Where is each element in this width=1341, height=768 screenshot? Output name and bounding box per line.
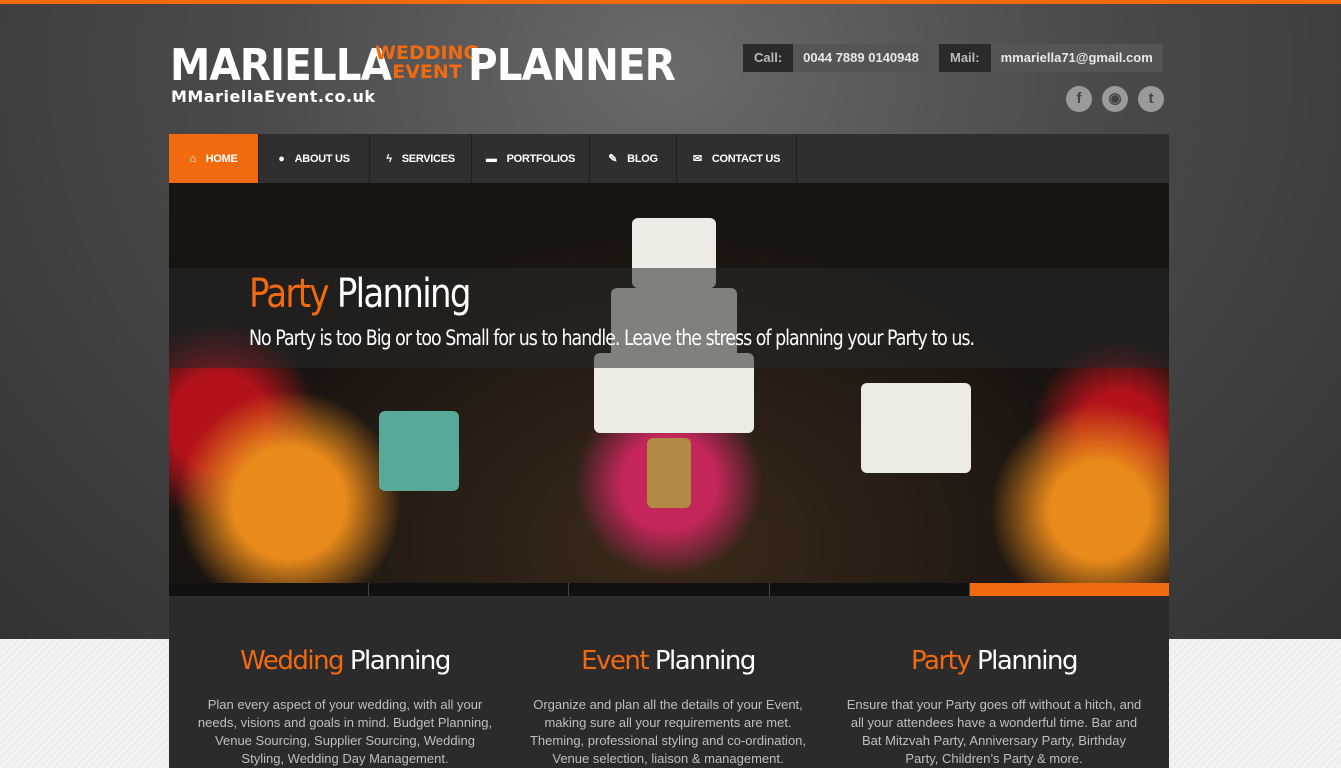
home-icon: ⌂	[189, 152, 196, 165]
mail-label: Mail:	[939, 44, 991, 72]
teal-cake	[379, 411, 459, 491]
site-url: MMariellaEvent.co.uk	[171, 87, 376, 106]
feature-text: Plan every aspect of your wedding, with …	[197, 697, 493, 766]
nav-label: SERVICES	[401, 152, 455, 165]
email-link[interactable]: mmariella71@gmail.com	[990, 44, 1163, 72]
nav-item-about-us[interactable]: ● ABOUT US	[259, 134, 370, 183]
logo-name-left: MARIELLA	[170, 40, 392, 91]
pager-dot-2[interactable]	[369, 583, 570, 596]
facebook-icon[interactable]: f	[1066, 86, 1092, 112]
nav-label: ABOUT US	[294, 152, 350, 165]
feature-title-rest: Planning	[349, 646, 452, 676]
envelope-icon: ✉	[692, 153, 702, 165]
feature-title-accent: Party	[911, 646, 972, 676]
nav-label: CONTACT US	[711, 152, 781, 165]
call-label: Call:	[743, 44, 794, 72]
nav-label: HOME	[205, 152, 238, 165]
feature-text: Ensure that your Party goes off without …	[846, 697, 1142, 766]
feature-title-accent: Event	[581, 646, 649, 676]
logo-tagline: WEDDING EVENT	[375, 44, 479, 82]
hero-slider[interactable]: Party Planning No Party is too Big or to…	[169, 183, 1169, 583]
feature-title-accent: Wedding	[240, 646, 344, 676]
feature-title-rest: Planning	[976, 646, 1079, 676]
pager-dot-3[interactable]	[569, 583, 770, 596]
pencil-icon: ✎	[608, 153, 618, 165]
pager-dot-1[interactable]	[169, 583, 370, 596]
briefcase-icon: ▬	[485, 152, 497, 165]
feature-text: Organize and plan all the details of you…	[529, 697, 807, 766]
nav-label: PORTFOLIOS	[506, 152, 576, 165]
nav-item-home[interactable]: ⌂ HOME	[169, 134, 259, 183]
cake-stand	[647, 438, 691, 508]
slide-title-rest: Planning	[336, 271, 472, 317]
nav-item-contact-us[interactable]: ✉ CONTACT US	[677, 134, 797, 183]
nav-item-portfolios[interactable]: ▬ PORTFOLIOS	[472, 134, 590, 183]
slide-subtitle: No Party is too Big or too Small for us …	[249, 326, 975, 350]
pager-dot-4[interactable]	[769, 583, 970, 596]
feature-title-rest: Planning	[654, 646, 757, 676]
contact-email: Mail: mmariella71@gmail.com	[939, 44, 1163, 72]
feature-title[interactable]: Party Planning	[844, 646, 1144, 676]
slider-pager	[169, 583, 1170, 596]
nav-label: BLOG	[627, 152, 658, 165]
contact-phone: Call: 0044 7889 0140948	[743, 44, 929, 72]
nav-item-blog[interactable]: ✎ BLOG	[590, 134, 677, 183]
slide-title: Party Planning	[249, 271, 472, 317]
rss-icon[interactable]: ◉	[1102, 86, 1128, 112]
features-section: Wedding Planning Plan every aspect of yo…	[169, 596, 1169, 768]
user-icon: ●	[278, 152, 285, 165]
logo-tagline-bottom: EVENT	[392, 61, 462, 83]
slide-title-accent: Party	[249, 271, 329, 317]
phone-number: 0044 7889 0140948	[793, 44, 929, 72]
twitter-icon[interactable]: t	[1138, 86, 1164, 112]
logo-name-right: PLANNER	[468, 40, 676, 91]
main-nav: ⌂ HOME ● ABOUT US ϟ SERVICES ▬ PORTFOLIO…	[169, 134, 1169, 183]
bolt-icon: ϟ	[386, 152, 392, 165]
nav-item-services[interactable]: ϟ SERVICES	[370, 134, 472, 183]
feature-title[interactable]: Event Planning	[518, 646, 818, 676]
feature-title[interactable]: Wedding Planning	[195, 646, 495, 676]
pager-dot-5[interactable]	[969, 583, 1170, 596]
side-cake	[861, 383, 971, 473]
